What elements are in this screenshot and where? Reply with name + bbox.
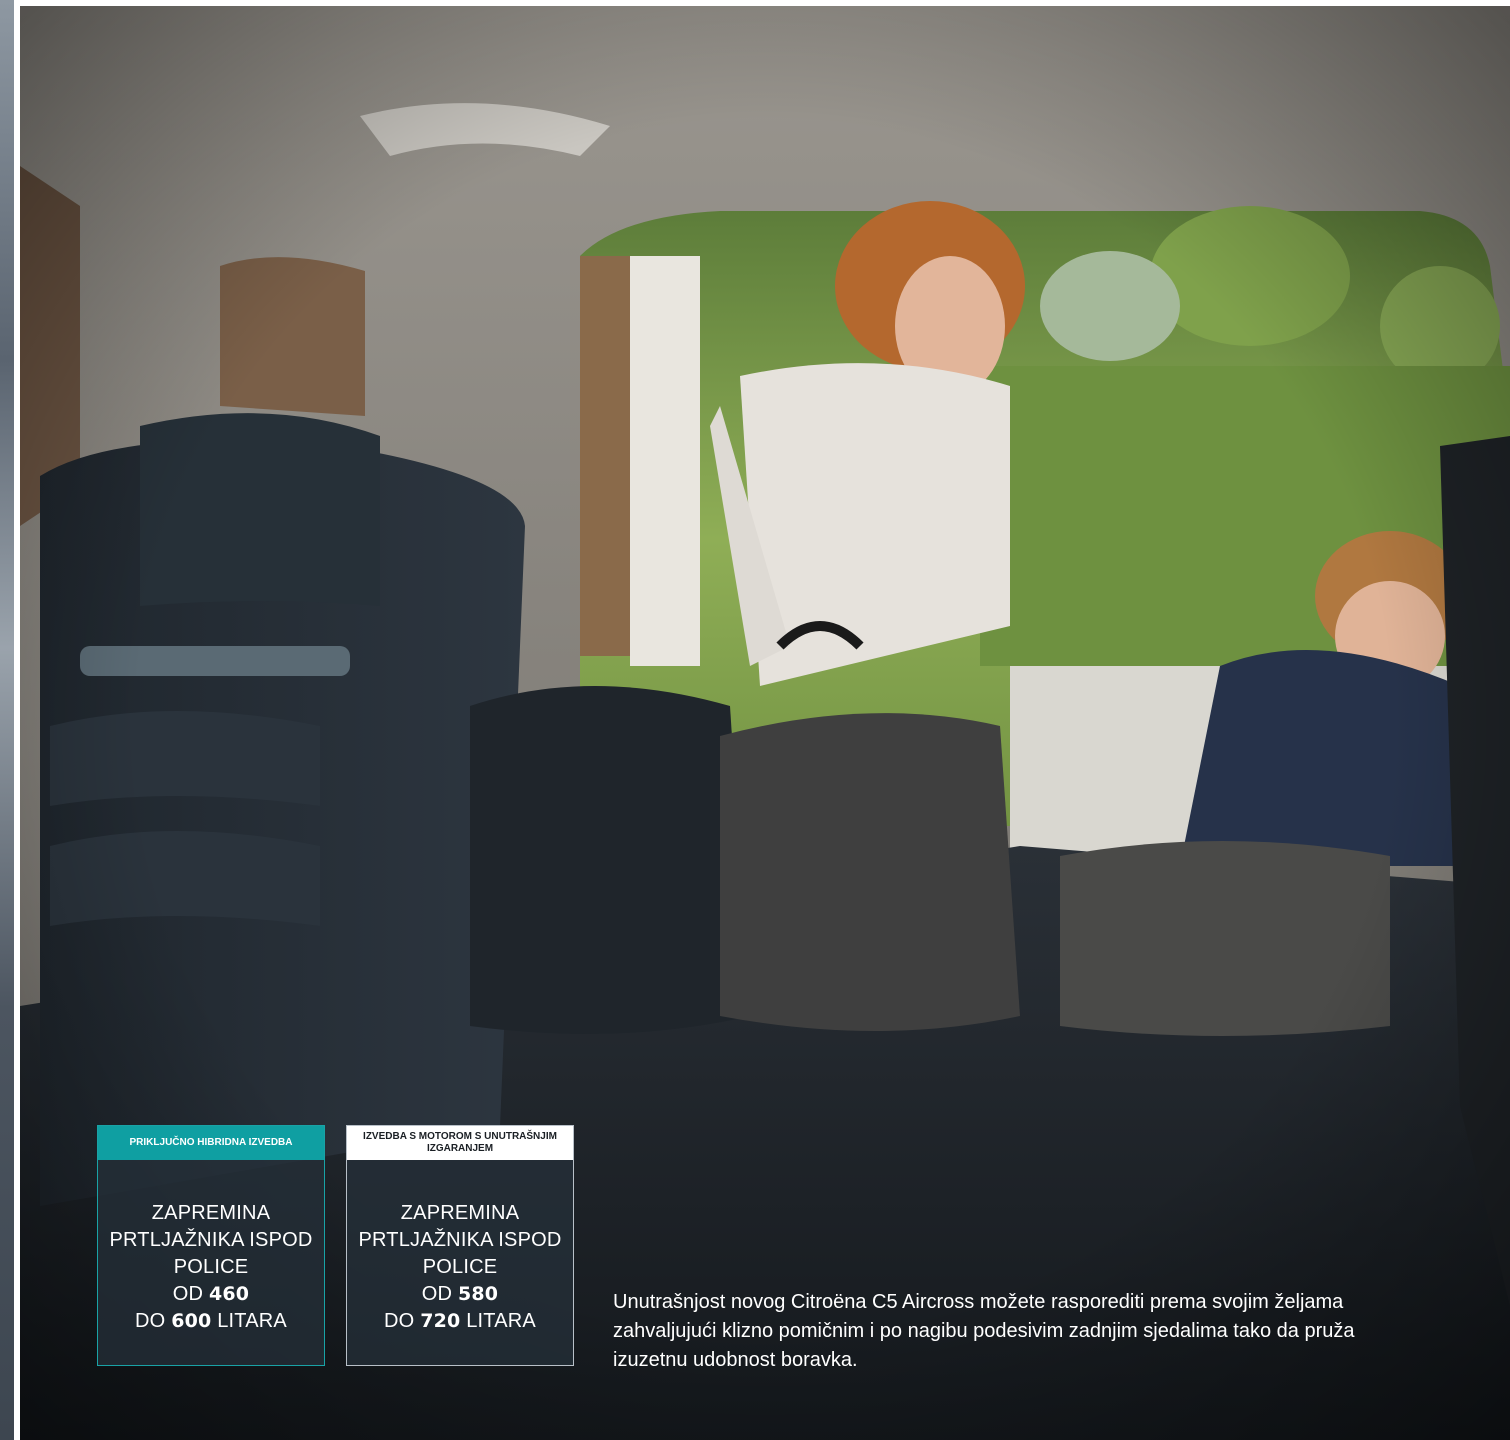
ice-line-2: PRTLJAŽNIKA ISPOD	[358, 1229, 562, 1251]
hybrid-line-2: PRTLJAŽNIKA ISPOD	[109, 1229, 313, 1251]
hybrid-unit: LITARA	[217, 1310, 287, 1332]
ice-to-value: 720	[420, 1310, 461, 1332]
ice-from-value: 580	[457, 1283, 499, 1305]
hybrid-from-value: 460	[208, 1283, 250, 1305]
hybrid-to-line: DO 600 LITARA	[98, 1308, 324, 1335]
ice-unit: LITARA	[466, 1310, 536, 1332]
ice-box-body: ZAPREMINA PRTLJAŽNIKA ISPOD POLICE OD 58…	[347, 1200, 573, 1335]
hybrid-trunk-volume-box: PRIKLJUČNO HIBRIDNA IZVEDBA ZAPREMINA PR…	[97, 1125, 325, 1366]
interior-caption: Unutrašnjost novog Citroëna C5 Aircross …	[613, 1291, 1355, 1371]
hybrid-from-line: OD 460	[98, 1281, 324, 1308]
hybrid-box-body: ZAPREMINA PRTLJAŽNIKA ISPOD POLICE OD 46…	[98, 1200, 324, 1335]
hybrid-to-value: 600	[171, 1310, 212, 1332]
left-page-edge	[0, 0, 14, 1440]
ice-line-3: POLICE	[422, 1256, 498, 1278]
ice-to-label: DO	[384, 1310, 415, 1332]
ice-trunk-volume-box: IZVEDBA S MOTOROM S UNUTRAŠNJIM IZGARANJ…	[346, 1125, 574, 1366]
hybrid-line-3: POLICE	[173, 1256, 249, 1278]
ice-box-header: IZVEDBA S MOTOROM S UNUTRAŠNJIM IZGARANJ…	[347, 1126, 573, 1160]
hybrid-line-1: ZAPREMINA	[151, 1202, 271, 1224]
ice-to-line: DO 720 LITARA	[347, 1308, 573, 1335]
hybrid-from-label: OD	[172, 1283, 204, 1305]
ice-from-line: OD 580	[347, 1281, 573, 1308]
hybrid-to-label: DO	[135, 1310, 166, 1332]
ice-line-1: ZAPREMINA	[400, 1202, 520, 1224]
ice-from-label: OD	[421, 1283, 453, 1305]
hybrid-box-header: PRIKLJUČNO HIBRIDNA IZVEDBA	[98, 1126, 324, 1160]
